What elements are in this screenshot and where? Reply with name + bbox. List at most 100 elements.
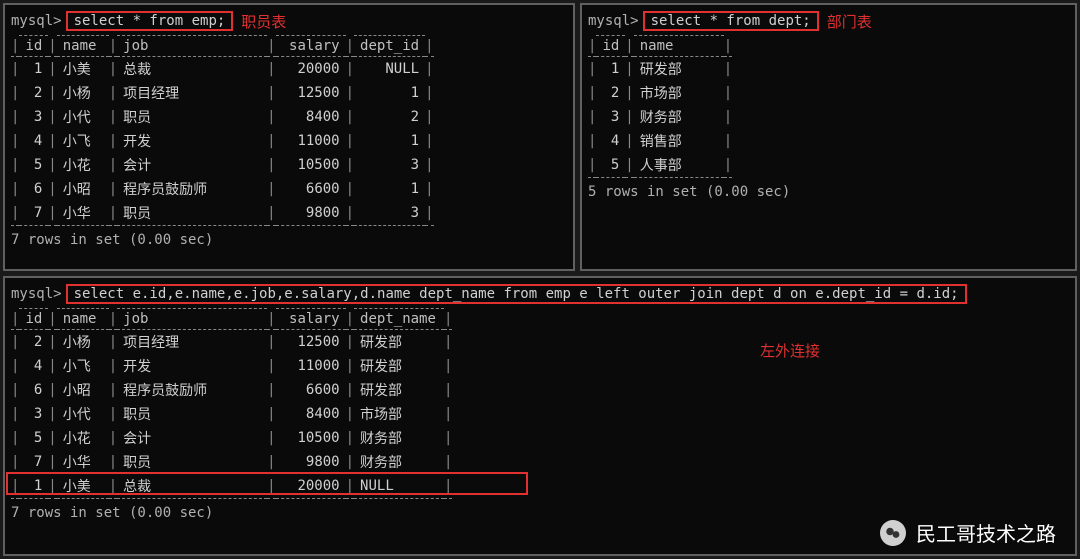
cell-name: 财务部 [634,105,724,129]
cell-name: 人事部 [634,153,724,178]
cell-salary: 8400 [276,105,346,129]
mysql-prompt: mysql> [588,13,639,29]
cell-dept_id: NULL [354,57,425,82]
table-row: |5|小花|会计|10500|财务部| [11,426,452,450]
dept-table: |id |name | |1|研发部||2|市场部||3|财务部||4|销售部|… [588,35,732,178]
cell-dept_name: 研发部 [354,378,444,402]
cell-salary: 20000 [276,57,346,82]
cell-name: 小代 [57,402,109,426]
dept-prompt-line: mysql> select * from dept; 部门表 [588,9,1069,33]
cell-dept_id: 2 [354,105,425,129]
cell-id: 1 [19,57,48,82]
cell-salary: 6600 [276,177,346,201]
cell-dept_name: 财务部 [354,426,444,450]
cell-id: 4 [19,129,48,153]
join-hdr-salary: salary [276,309,346,330]
table-row: |7|小华|职员|9800|3| [11,201,434,226]
cell-name: 小花 [57,426,109,450]
cell-salary: 20000 [276,474,346,499]
cell-dept_id: 1 [354,129,425,153]
join-sql-query: select e.id,e.name,e.job,e.salary,d.name… [66,284,967,304]
cell-id: 1 [19,474,48,499]
mysql-prompt: mysql> [11,286,62,302]
cell-job: 开发 [117,129,267,153]
emp-annotation: 职员表 [241,11,286,32]
cell-name: 小美 [57,474,109,499]
cell-dept_name: 市场部 [354,402,444,426]
cell-dept_id: 1 [354,81,425,105]
join-prompt-line: mysql> select e.id,e.name,e.job,e.salary… [11,282,1069,306]
wechat-icon [880,520,906,546]
cell-job: 会计 [117,426,267,450]
cell-name: 市场部 [634,81,724,105]
table-row: |3|小代|职员|8400|2| [11,105,434,129]
emp-hdr-salary: salary [276,36,346,57]
cell-id: 4 [19,354,48,378]
emp-header-row: |id |name |job |salary |dept_id | [11,36,434,57]
terminal-dept-panel: mysql> select * from dept; 部门表 |id |name… [580,3,1077,271]
cell-id: 2 [19,330,48,355]
cell-dept_name: NULL [354,474,444,499]
watermark-text: 民工哥技术之路 [916,518,1056,547]
dept-header-row: |id |name | [588,36,732,57]
cell-name: 小华 [57,201,109,226]
cell-job: 总裁 [117,57,267,82]
table-row: |1|研发部| [588,57,732,82]
cell-name: 小美 [57,57,109,82]
join-hdr-name: name [57,309,109,330]
cell-job: 会计 [117,153,267,177]
table-row: |6|小昭|程序员鼓励师|6600|1| [11,177,434,201]
cell-dept_id: 1 [354,177,425,201]
join-hdr-id: id [19,309,48,330]
cell-id: 2 [19,81,48,105]
cell-id: 1 [596,57,625,82]
cell-job: 职员 [117,105,267,129]
emp-status: 7 rows in set (0.00 sec) [11,232,567,248]
emp-hdr-deptid: dept_id [354,36,425,57]
cell-job: 总裁 [117,474,267,499]
cell-job: 职员 [117,402,267,426]
cell-salary: 10500 [276,426,346,450]
cell-id: 6 [19,378,48,402]
cell-salary: 9800 [276,201,346,226]
join-hdr-job: job [117,309,267,330]
cell-id: 3 [19,105,48,129]
cell-dept_name: 研发部 [354,330,444,355]
cell-id: 2 [596,81,625,105]
cell-salary: 12500 [276,81,346,105]
cell-salary: 8400 [276,402,346,426]
cell-id: 6 [19,177,48,201]
table-row: |3|财务部| [588,105,732,129]
cell-dept_id: 3 [354,153,425,177]
emp-table: |id |name |job |salary |dept_id | |1|小美|… [11,35,434,226]
cell-id: 5 [19,153,48,177]
cell-job: 项目经理 [117,330,267,355]
dept-hdr-name: name [634,36,724,57]
dept-annotation: 部门表 [827,11,872,32]
cell-name: 小杨 [57,330,109,355]
table-row: |3|小代|职员|8400|市场部| [11,402,452,426]
emp-hdr-name: name [57,36,109,57]
table-row: |6|小昭|程序员鼓励师|6600|研发部| [11,378,452,402]
cell-dept_name: 研发部 [354,354,444,378]
emp-prompt-line: mysql> select * from emp; 职员表 [11,9,567,33]
cell-salary: 11000 [276,129,346,153]
join-header-row: |id |name |job |salary |dept_name | [11,309,452,330]
table-row: |7|小华|职员|9800|财务部| [11,450,452,474]
cell-salary: 12500 [276,330,346,355]
dept-hdr-id: id [596,36,625,57]
emp-sql-query: select * from emp; [66,11,234,31]
cell-id: 3 [19,402,48,426]
terminal-emp-panel: mysql> select * from emp; 职员表 |id |name … [3,3,575,271]
join-table: |id |name |job |salary |dept_name | |2|小… [11,308,452,499]
cell-name: 研发部 [634,57,724,82]
table-row: |2|市场部| [588,81,732,105]
cell-id: 7 [19,450,48,474]
table-row: |4|销售部| [588,129,732,153]
terminal-join-panel: mysql> select e.id,e.name,e.job,e.salary… [3,276,1077,556]
cell-id: 5 [596,153,625,178]
table-row: |1|小美|总裁|20000|NULL| [11,474,452,499]
cell-name: 小花 [57,153,109,177]
emp-hdr-job: job [117,36,267,57]
table-row: |5|小花|会计|10500|3| [11,153,434,177]
